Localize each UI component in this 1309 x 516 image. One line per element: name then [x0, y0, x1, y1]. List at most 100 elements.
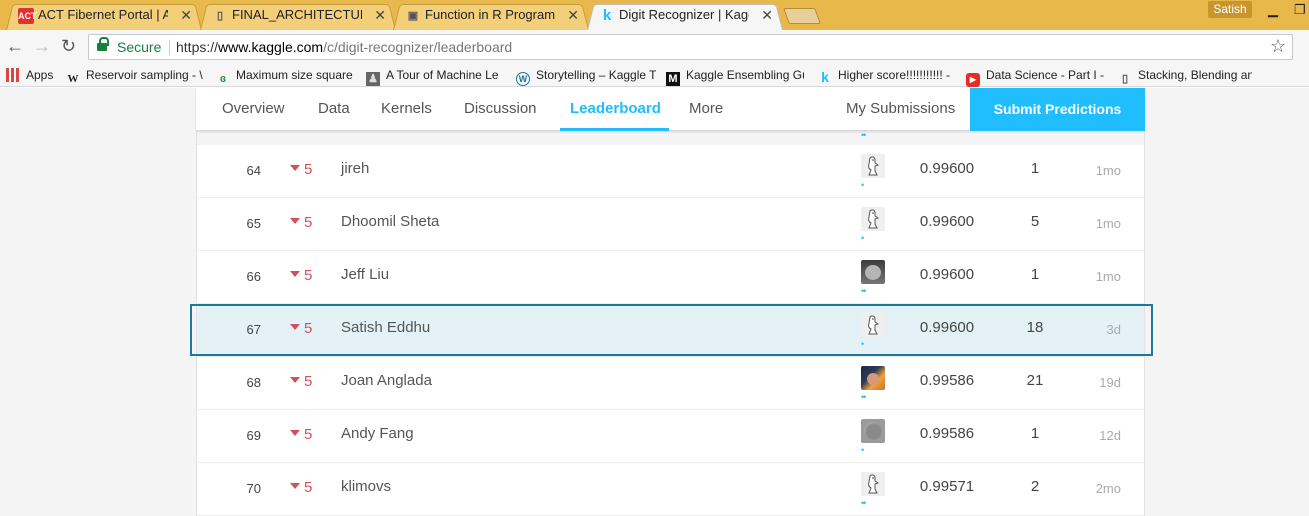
avatar[interactable]	[861, 472, 885, 496]
minimize-icon[interactable]: ▁	[1268, 2, 1278, 18]
rank-change: 5	[290, 214, 312, 231]
tier-dots: ••	[861, 286, 866, 296]
browser-tab[interactable]: ACT ACT Fibernet Portal | ACT ✕	[6, 2, 202, 30]
browser-tab[interactable]: ▯ FINAL_ARCHITECTURE.pr ✕	[200, 2, 396, 30]
bookmark-item[interactable]: W Reservoir sampling - \	[66, 67, 204, 86]
avatar[interactable]	[861, 419, 885, 443]
bookmark-label: Data Science - Part I -	[986, 68, 1105, 82]
close-icon[interactable]: ✕	[567, 2, 579, 28]
bookmark-item[interactable]: ♟ A Tour of Machine Le	[366, 67, 504, 86]
rank-change-value: 5	[304, 161, 313, 178]
tab-leaderboard[interactable]: Leaderboard	[570, 100, 661, 117]
reload-icon[interactable]: ↻	[61, 36, 76, 56]
table-row-current-user[interactable]: 67 5 Satish Eddhu • 0.99600 18 3d	[197, 304, 1144, 357]
maximize-icon[interactable]: ❐	[1294, 2, 1306, 18]
back-arrow-icon[interactable]: ←	[6, 36, 24, 56]
profile-badge[interactable]: Satish	[1208, 1, 1252, 18]
secure-label: Secure	[117, 39, 162, 55]
rank-change: 5	[290, 161, 312, 178]
avatar[interactable]	[861, 207, 885, 231]
browser-tab[interactable]: ▣ Function in R Programmi ✕	[393, 2, 589, 30]
rank: 68	[246, 375, 261, 390]
last-submission: 3d	[1106, 322, 1121, 337]
rank: 64	[246, 163, 261, 178]
table-row[interactable]: 65 5 Dhoomil Sheta • 0.99600 5 1mo	[197, 198, 1144, 251]
page-content: Overview Data Kernels Discussion Leaderb…	[0, 88, 1309, 516]
last-submission: 19d	[1099, 375, 1121, 390]
tab-more[interactable]: More	[689, 100, 723, 117]
lock-icon	[97, 37, 109, 52]
close-icon[interactable]: ✕	[374, 2, 386, 28]
last-submission: 1mo	[1095, 216, 1121, 231]
bookmark-item[interactable]: W Storytelling – Kaggle T	[516, 67, 656, 86]
tab-overview[interactable]: Overview	[222, 100, 285, 117]
bookmark-item[interactable]: M Kaggle Ensembling Gu	[666, 67, 804, 86]
close-icon[interactable]: ✕	[180, 2, 192, 28]
person-icon: ♟	[366, 72, 380, 86]
tab-title: FINAL_ARCHITECTURE.pr	[232, 7, 362, 22]
team-name[interactable]: klimovs	[341, 478, 391, 495]
bookmark-label: Stacking, Blending an	[1138, 68, 1252, 82]
bookmark-apps[interactable]: Apps	[6, 67, 58, 83]
browser-tab-strip: ACT ACT Fibernet Portal | ACT ✕ ▯ FINAL_…	[0, 0, 1309, 30]
avatar[interactable]	[861, 313, 885, 337]
tab-title: Digit Recognizer | Kaggle	[619, 7, 749, 22]
my-submissions-link[interactable]: My Submissions	[846, 100, 955, 117]
rank-change: 5	[290, 479, 312, 496]
tier-dots: ••	[861, 130, 866, 140]
address-bar: ← → ↻ Secure https://www.kaggle.com/c/di…	[0, 30, 1309, 63]
score: 0.99586	[919, 372, 975, 389]
bookmark-item[interactable]: ▯ Stacking, Blending an	[1118, 67, 1252, 86]
wikipedia-icon: W	[67, 73, 79, 85]
avatar[interactable]	[861, 366, 885, 390]
competition-nav: Overview Data Kernels Discussion Leaderb…	[196, 88, 1145, 131]
table-row[interactable]: 69 5 Andy Fang • 0.99586 1 12d	[197, 410, 1144, 463]
last-submission: 2mo	[1095, 481, 1121, 496]
table-row[interactable]: 70 5 klimovs •• 0.99571 2 2mo	[197, 463, 1144, 516]
act-logo-icon: ACT	[18, 8, 37, 24]
new-tab-button[interactable]	[783, 8, 821, 24]
browser-tab-active[interactable]: k Digit Recognizer | Kaggle ✕	[587, 2, 783, 30]
rank-change-value: 5	[304, 214, 313, 231]
forward-arrow-icon[interactable]: →	[33, 36, 51, 56]
table-row[interactable]: 68 5 Joan Anglada •• 0.99586 21 19d	[197, 357, 1144, 410]
last-submission: 1mo	[1095, 269, 1121, 284]
leaderboard-table: 64 5 jireh • 0.99600 1 1mo 65 5 Dhoomil Sheta • 0.9…	[197, 145, 1144, 516]
document-icon: ▯	[216, 10, 224, 22]
down-triangle-icon	[290, 165, 300, 171]
avatar[interactable]	[861, 260, 885, 284]
rank-change: 5	[290, 373, 312, 390]
bookmark-item[interactable]: ɞ Maximum size square	[216, 67, 354, 86]
bookmark-star-icon[interactable]: ☆	[1270, 36, 1286, 57]
down-triangle-icon	[290, 377, 300, 383]
team-name[interactable]: jireh	[341, 160, 369, 177]
team-name[interactable]: Andy Fang	[341, 425, 414, 442]
url-text: https://www.kaggle.com/c/digit-recognize…	[176, 35, 512, 59]
bookmark-item[interactable]: k Higher score!!!!!!!!!!! -	[818, 67, 956, 84]
team-name[interactable]: Joan Anglada	[341, 372, 432, 389]
bookmarks-bar: Apps W Reservoir sampling - \ ɞ Maximum si…	[0, 63, 1309, 87]
tab-data[interactable]: Data	[318, 100, 350, 117]
url-path: /c/digit-recognizer/leaderboard	[323, 39, 513, 55]
bookmark-item[interactable]: ▶ Data Science - Part I -	[966, 67, 1106, 87]
team-name[interactable]: Dhoomil Sheta	[341, 213, 439, 230]
close-icon[interactable]: ✕	[761, 2, 773, 28]
submit-predictions-button[interactable]: Submit Predictions	[970, 88, 1145, 131]
bookmark-label: Storytelling – Kaggle T	[536, 68, 656, 82]
tab-discussion[interactable]: Discussion	[464, 100, 537, 117]
avatar[interactable]	[861, 154, 885, 178]
score: 0.99600	[919, 266, 975, 283]
score: 0.99600	[919, 213, 975, 230]
bookmark-label: Maximum size square	[236, 68, 353, 82]
table-row[interactable]: 64 5 jireh • 0.99600 1 1mo	[197, 145, 1144, 198]
team-name[interactable]: Jeff Liu	[341, 266, 389, 283]
url-field[interactable]: Secure https://www.kaggle.com/c/digit-re…	[88, 34, 1293, 60]
entries: 5	[1030, 213, 1040, 230]
down-triangle-icon	[290, 483, 300, 489]
team-name[interactable]: Satish Eddhu	[341, 319, 430, 336]
youtube-icon: ▶	[966, 73, 980, 87]
tab-kernels[interactable]: Kernels	[381, 100, 432, 117]
entries: 1	[1030, 160, 1040, 177]
rank-change-value: 5	[304, 320, 313, 337]
table-row[interactable]: 66 5 Jeff Liu •• 0.99600 1 1mo	[197, 251, 1144, 304]
